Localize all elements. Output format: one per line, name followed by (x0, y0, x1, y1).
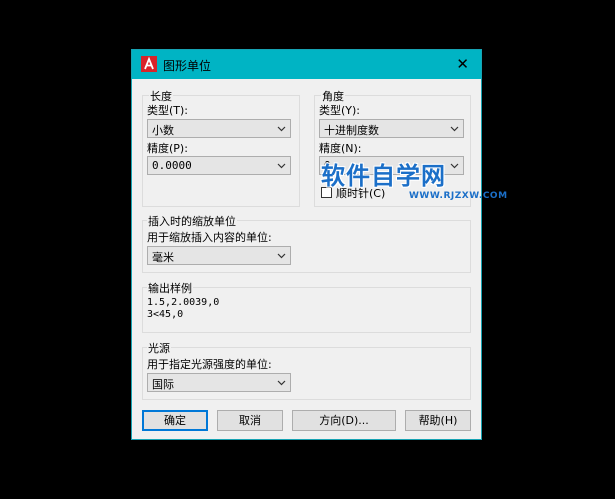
chevron-down-icon (450, 126, 459, 132)
help-button[interactable]: 帮助(H) (405, 410, 471, 431)
angle-type-value: 十进制度数 (324, 124, 379, 137)
autocad-logo-icon (141, 56, 157, 72)
insertion-scale-group-title: 插入时的缩放单位 (147, 213, 237, 229)
insertion-units-select[interactable]: 毫米 (147, 246, 291, 265)
angle-type-select[interactable]: 十进制度数 (319, 119, 464, 138)
direction-button[interactable]: 方向(D)... (292, 410, 396, 431)
insertion-units-label: 用于缩放插入内容的单位: (147, 231, 272, 244)
dialog-title: 图形单位 (163, 59, 212, 73)
angle-type-label: 类型(Y): (319, 104, 361, 117)
site-watermark: 软件自学网 WWW.RJZXW.COM (317, 156, 531, 208)
chevron-down-icon (277, 126, 286, 132)
length-type-value: 小数 (152, 124, 174, 137)
sample-output-line-1: 1.5,2.0039,0 (147, 297, 220, 308)
length-precision-select[interactable]: 0.0000 (147, 156, 291, 175)
length-precision-value: 0.0000 (152, 159, 192, 172)
close-icon[interactable]: ✕ (456, 55, 469, 73)
chevron-down-icon (277, 253, 286, 259)
lighting-group-title: 光源 (147, 340, 171, 356)
lighting-units-select[interactable]: 国际 (147, 373, 291, 392)
chevron-down-icon (277, 380, 286, 386)
watermark-title: 软件自学网 (321, 162, 446, 190)
length-type-select[interactable]: 小数 (147, 119, 291, 138)
angle-precision-label: 精度(N): (319, 142, 362, 155)
ok-button[interactable]: 确定 (142, 410, 208, 431)
chevron-down-icon (277, 163, 286, 169)
sample-output-group-title: 输出样例 (147, 280, 193, 296)
lighting-units-label: 用于指定光源强度的单位: (147, 358, 272, 371)
length-type-label: 类型(T): (147, 104, 189, 117)
title-bar[interactable]: 图形单位 ✕ (132, 50, 481, 79)
lighting-units-value: 国际 (152, 378, 174, 391)
units-dialog: 图形单位 ✕ 长度 类型(T): 小数 精度(P): 0.0000 角度 类型(… (131, 49, 482, 440)
cancel-button[interactable]: 取消 (217, 410, 283, 431)
watermark-url: WWW.RJZXW.COM (409, 191, 508, 201)
insertion-units-value: 毫米 (152, 251, 174, 264)
sample-output-line-2: 3<45,0 (147, 309, 184, 320)
length-precision-label: 精度(P): (147, 142, 188, 155)
